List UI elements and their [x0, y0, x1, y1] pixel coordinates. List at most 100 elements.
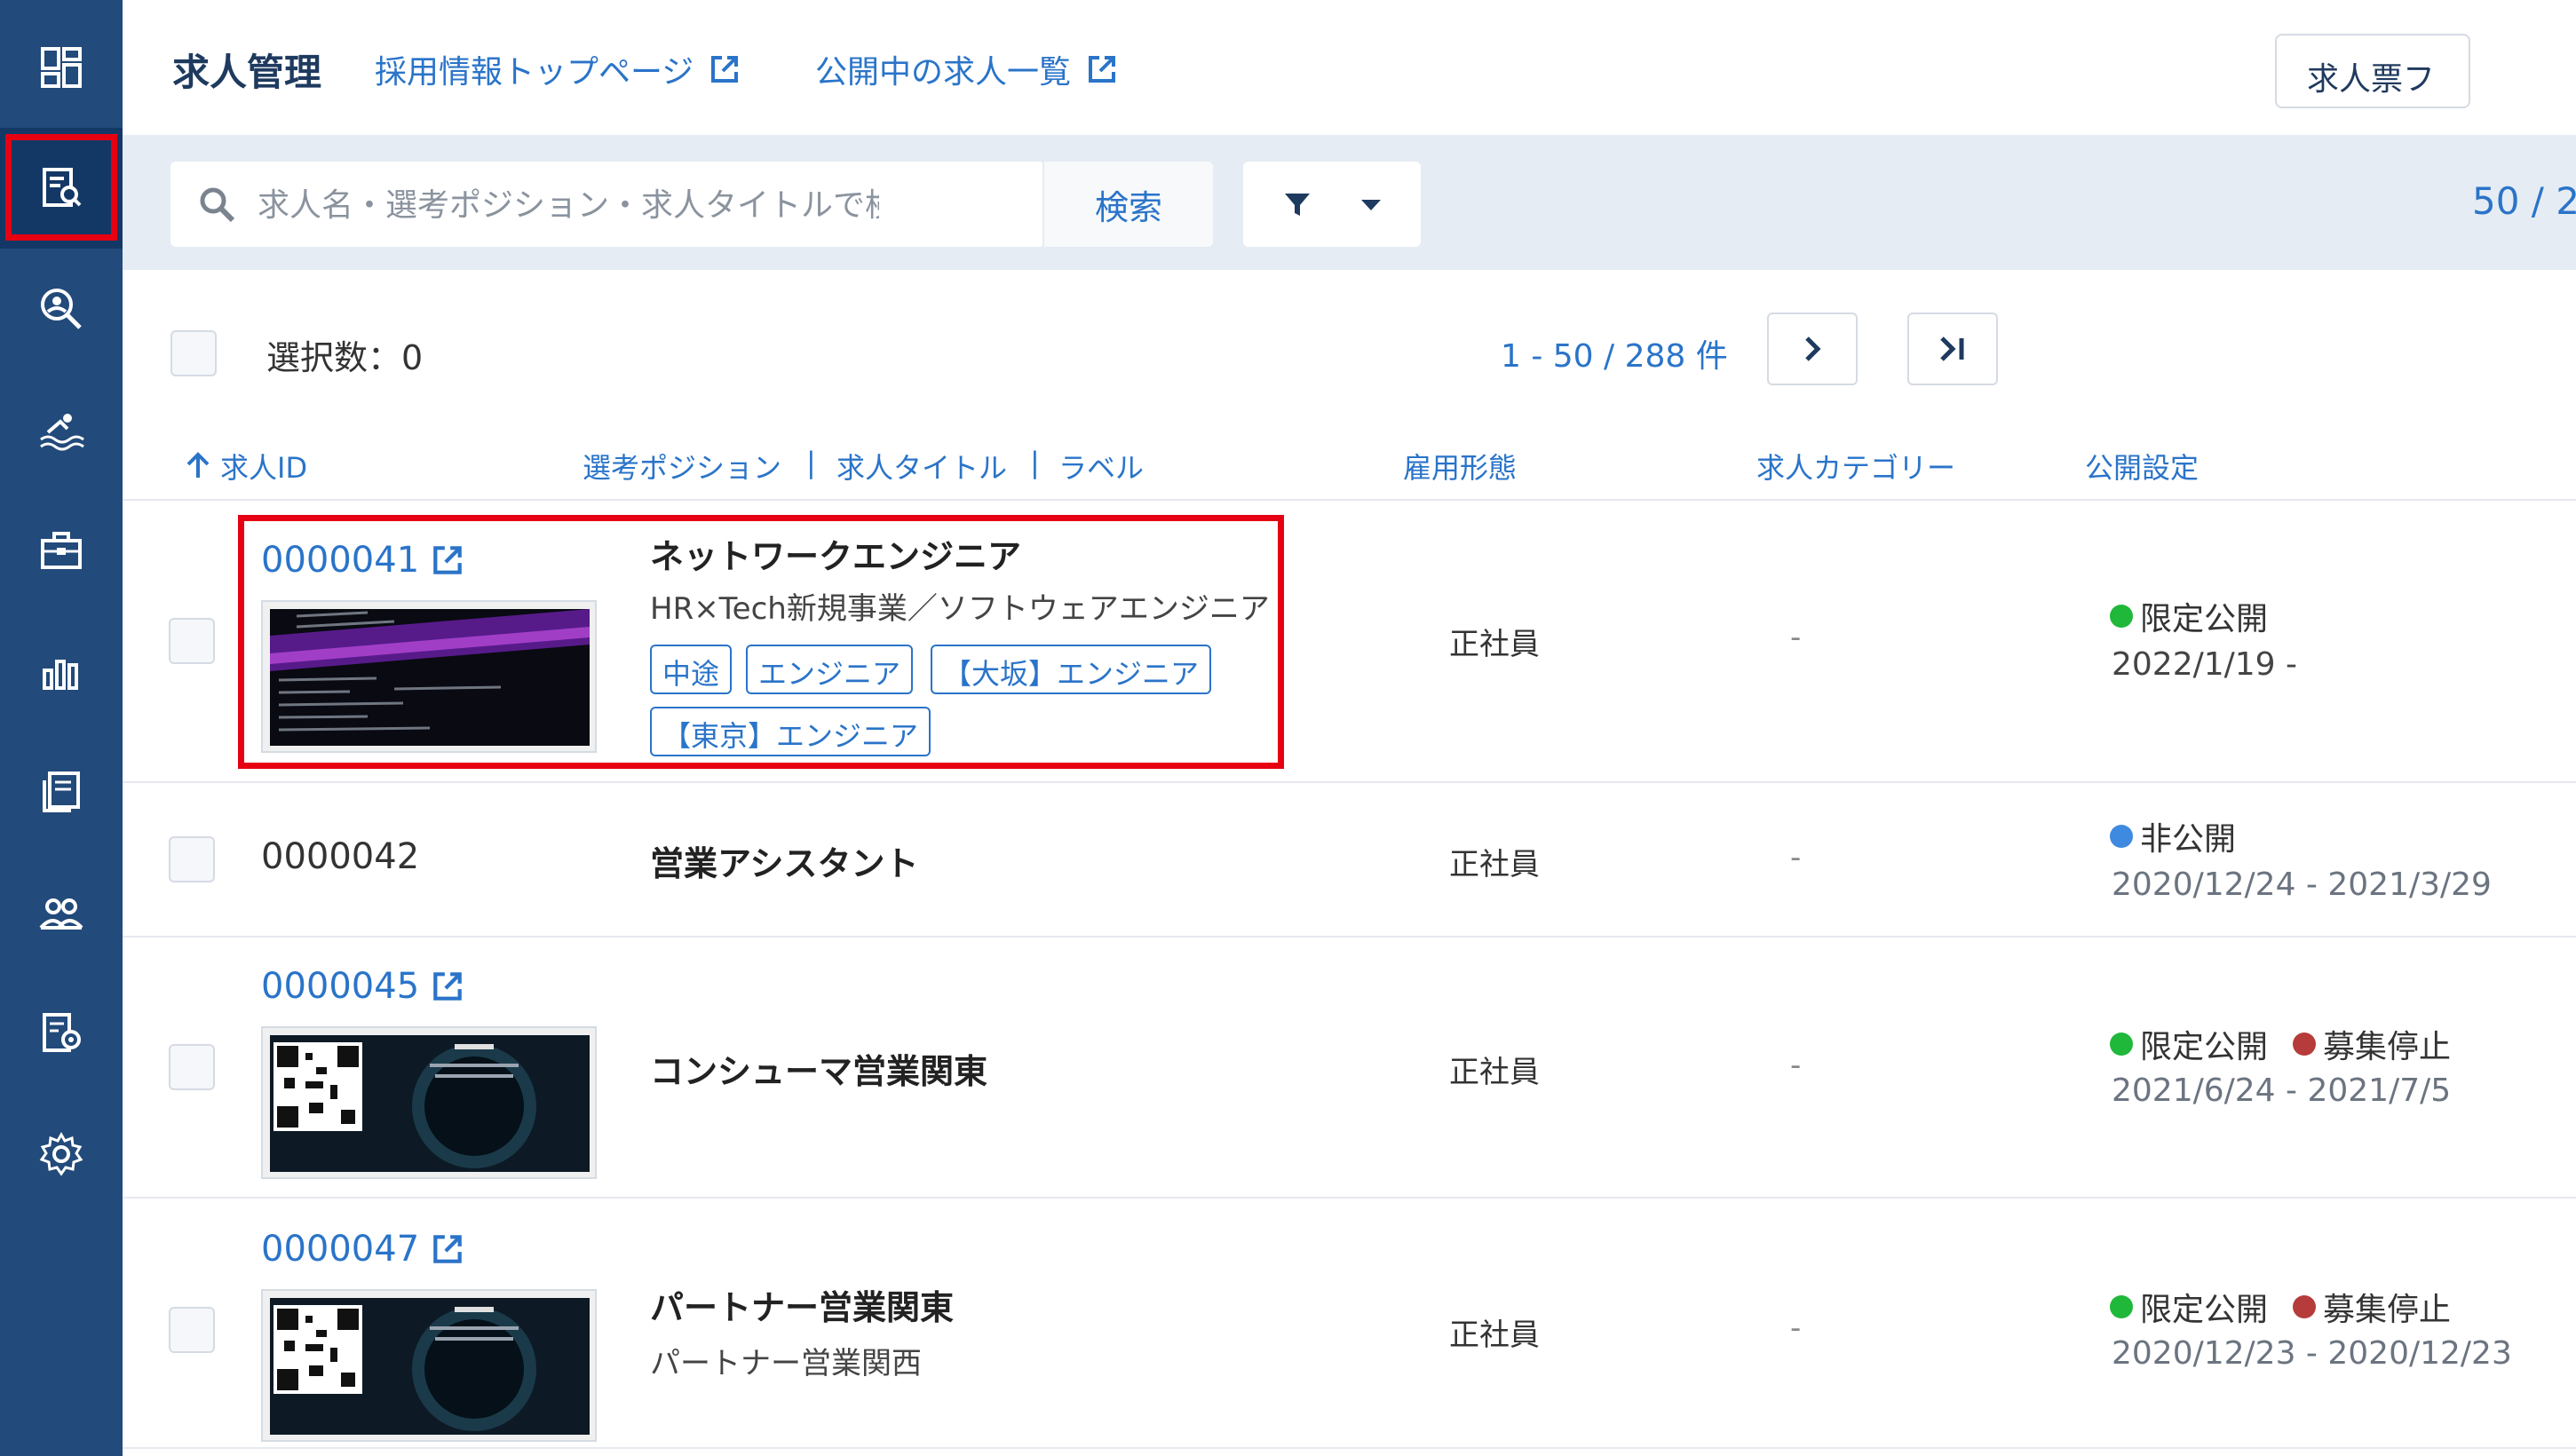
open-jobs-link[interactable]: 公開中の求人一覧 [815, 46, 1119, 92]
status-label: 限定公開 [2140, 1029, 2269, 1065]
sidebar-item-jobs[interactable] [0, 128, 123, 249]
col-head-position[interactable]: 選考ポジション [583, 446, 781, 487]
pagination-range: 1 - 50 / 288 件 [1501, 338, 1728, 375]
job-sheet-button[interactable]: 求人票フ [2275, 34, 2470, 108]
employment-type: 正社員 [1449, 627, 1540, 662]
selection-count: 選択数：0 [266, 338, 424, 377]
job-subtitle: パートナー営業関西 [650, 1346, 922, 1381]
job-id-link[interactable]: 0000041 [261, 540, 465, 581]
dashboard-icon [41, 47, 82, 88]
last-page-button[interactable] [1907, 313, 1998, 385]
job-position: コンシューマ営業関東 [650, 1052, 988, 1091]
row-checkbox[interactable] [169, 836, 215, 882]
employment-type: 正社員 [1449, 1055, 1540, 1090]
external-link-icon [433, 1235, 462, 1263]
external-link-icon [433, 546, 462, 574]
publish-period: 2022/1/19 - [2112, 646, 2298, 683]
col-head-title[interactable]: 求人タイトル [836, 446, 1007, 487]
sidebar-item-reports[interactable] [0, 611, 123, 732]
header-divider [123, 499, 2576, 501]
sidebar-item-candidate-search[interactable] [0, 249, 123, 369]
status-label: 限定公開 [2140, 601, 2269, 637]
row-checkbox[interactable] [169, 618, 215, 664]
row-divider [123, 936, 2576, 938]
publish-status: 非公開 [2110, 813, 2236, 859]
row-divider [123, 781, 2576, 783]
row-checkbox[interactable] [169, 1044, 215, 1090]
publish-status: 限定公開 募集停止 [2110, 1021, 2451, 1067]
search-icon [200, 187, 235, 223]
col-head-category[interactable]: 求人カテゴリー [1756, 446, 1955, 487]
gear-icon [39, 1131, 83, 1176]
job-category: - [1790, 620, 1802, 655]
search-input[interactable] [256, 162, 881, 249]
status-dot-private [2110, 825, 2133, 848]
chevron-right-icon [1805, 336, 1821, 361]
filter-icon [1285, 194, 1310, 216]
label-tag: エンジニア [746, 645, 914, 694]
form-settings-icon [43, 1013, 81, 1052]
employment-type: 正社員 [1449, 1318, 1540, 1353]
external-link-icon [433, 972, 462, 1001]
job-category: - [1790, 1048, 1802, 1083]
search-result-count: 50 / 2 [2472, 179, 2576, 223]
job-id-label: 0000045 [261, 966, 420, 1007]
sidebar-item-forms[interactable] [0, 973, 123, 1094]
col-head-separator: | [806, 446, 816, 479]
job-id-link[interactable]: 0000047 [261, 1229, 465, 1270]
status-dot-stopped [2293, 1033, 2317, 1056]
col-head-id-label: 求人ID [220, 451, 308, 485]
row-divider [123, 1447, 2576, 1449]
briefcase-icon [41, 532, 82, 569]
publish-status: 限定公開 募集停止 [2110, 1284, 2451, 1330]
code-screen-image [270, 609, 590, 746]
page-header: 求人管理 採用情報トップページ 公開中の求人一覧 求人票フ [123, 0, 2576, 137]
sidebar-item-dashboard[interactable] [0, 7, 123, 128]
job-thumbnail [261, 1289, 597, 1442]
publish-status: 限定公開 [2110, 593, 2268, 639]
recruit-top-link[interactable]: 採用情報トップページ [375, 46, 741, 92]
filter-button[interactable] [1243, 162, 1421, 247]
status-label-secondary: 募集停止 [2323, 1029, 2452, 1065]
col-head-id[interactable]: 求人ID [183, 446, 307, 487]
job-id-label: 0000047 [261, 1229, 420, 1270]
next-page-button[interactable] [1767, 313, 1858, 385]
documents-icon [43, 772, 80, 812]
row-checkbox[interactable] [169, 1307, 215, 1353]
sidebar-item-talent-pool[interactable] [0, 369, 123, 490]
label-tag: 【大坂】エンジニア [931, 645, 1212, 694]
select-all-checkbox[interactable] [170, 330, 217, 376]
publish-period: 2020/12/24 - 2021/3/29 [2112, 866, 2492, 903]
col-head-label[interactable]: ラベル [1058, 446, 1144, 487]
recruit-top-link-label: 採用情報トップページ [375, 54, 694, 91]
job-id-link[interactable]: 0000045 [261, 966, 465, 1007]
status-label: 限定公開 [2140, 1292, 2269, 1328]
status-dot-limited [2110, 605, 2133, 628]
job-position: パートナー営業関東 [650, 1288, 955, 1327]
job-id: 0000042 [261, 836, 419, 877]
sidebar-item-documents[interactable] [0, 732, 123, 852]
employment-type: 正社員 [1449, 847, 1540, 882]
publish-period: 2020/12/23 - 2020/12/23 [2112, 1335, 2512, 1372]
col-head-publish[interactable]: 公開設定 [2085, 446, 2199, 487]
sidebar-item-briefcase[interactable] [0, 490, 123, 611]
label-tag: 中途 [650, 645, 733, 694]
row-divider [123, 1197, 2576, 1199]
job-thumbnail [261, 600, 597, 753]
open-jobs-link-label: 公開中の求人一覧 [815, 54, 1072, 91]
col-head-employment[interactable]: 雇用形態 [1403, 446, 1517, 487]
person-search-icon [41, 289, 82, 329]
page-title: 求人管理 [172, 51, 322, 94]
job-document-search-icon [43, 168, 82, 207]
label-tag: 【東京】エンジニア [650, 707, 931, 756]
search-button[interactable]: 検索 [1042, 162, 1213, 247]
job-position: ネットワークエンジニア [650, 537, 1022, 576]
status-label-secondary: 募集停止 [2323, 1292, 2452, 1328]
job-thumbnail [261, 1026, 597, 1179]
job-id-label: 0000041 [261, 540, 420, 581]
search-bar: 検索 50 / 2 [123, 135, 2576, 270]
sidebar-item-settings[interactable] [0, 1094, 123, 1215]
sidebar-item-members[interactable] [0, 852, 123, 973]
last-page-icon [1940, 336, 1964, 361]
publish-period: 2021/6/24 - 2021/7/5 [2112, 1072, 2452, 1109]
